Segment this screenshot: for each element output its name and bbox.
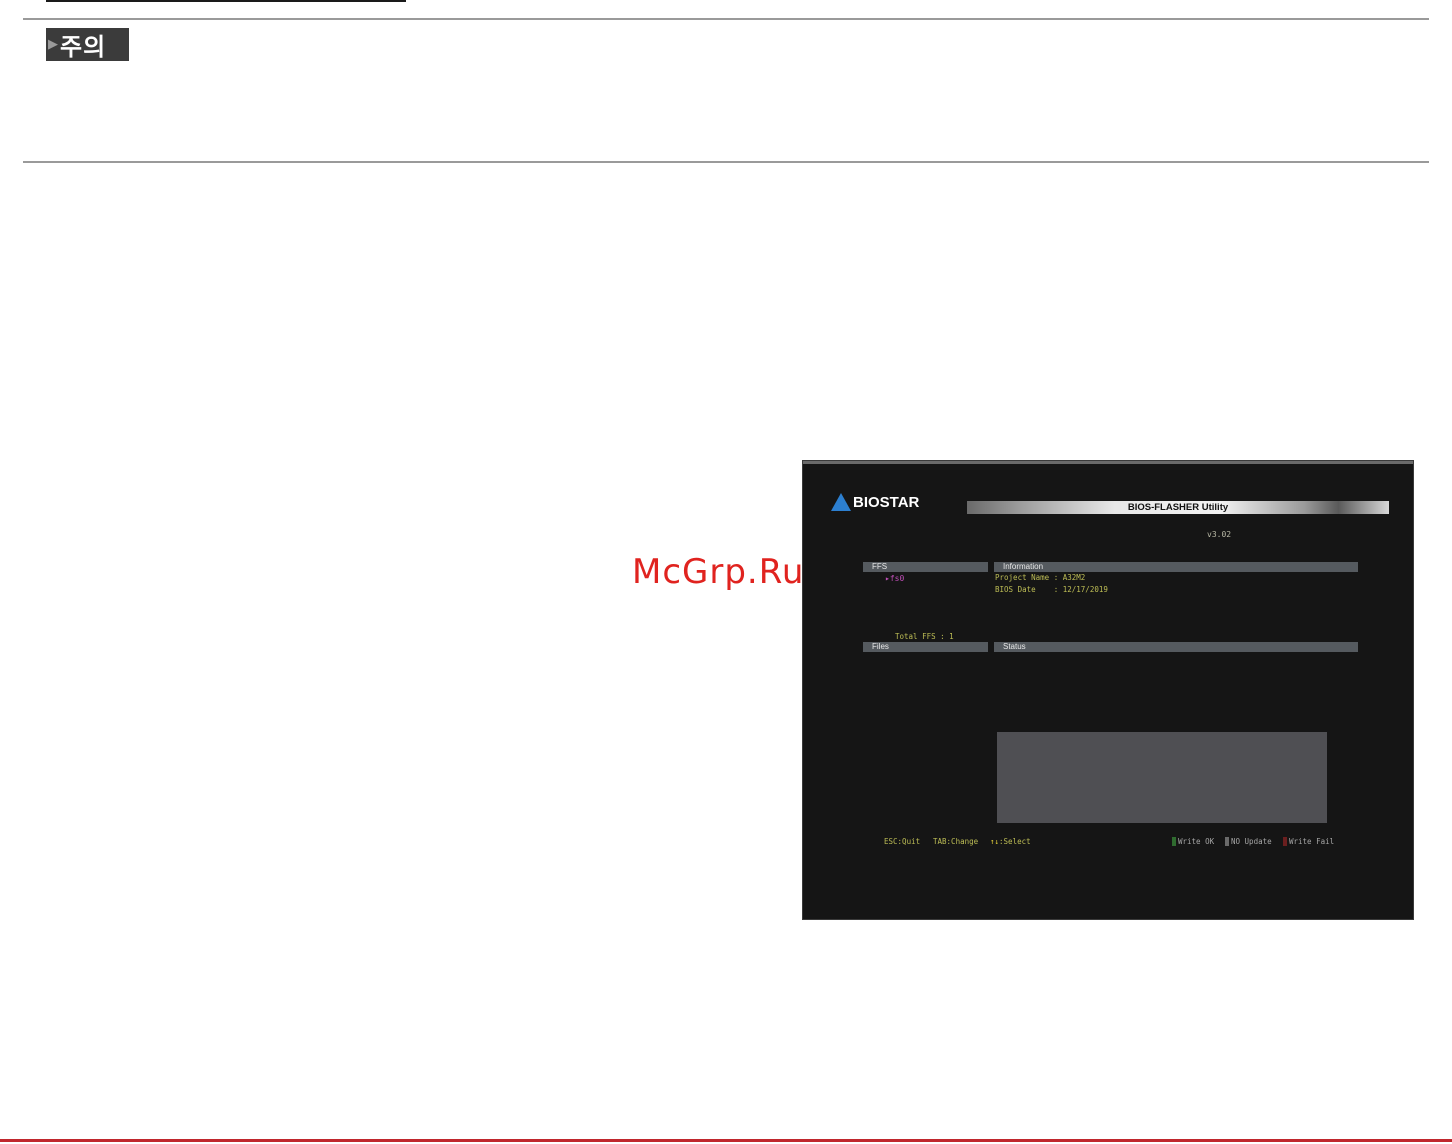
bios-date-row: BIOS Date : 12/17/2019 bbox=[995, 585, 1108, 594]
project-name-value: A32M2 bbox=[1062, 573, 1086, 582]
project-name-label: Project Name bbox=[995, 573, 1050, 582]
watermark: McGrp.Ru bbox=[632, 552, 805, 592]
status-panel bbox=[997, 732, 1327, 823]
bios-date-separator: : bbox=[1053, 585, 1059, 594]
caution-top-rule bbox=[23, 18, 1429, 20]
no-update-swatch bbox=[1225, 837, 1229, 846]
version-label: v3.02 bbox=[1207, 530, 1232, 539]
write-ok-swatch bbox=[1172, 837, 1176, 846]
write-fail-label: Write Fail bbox=[1289, 837, 1335, 846]
no-update-label: NO Update bbox=[1231, 837, 1272, 846]
footer-red-line bbox=[0, 1139, 1452, 1142]
biostar-logo: BIOSTAR bbox=[831, 493, 919, 511]
top-underline bbox=[46, 0, 406, 2]
files-header: Files bbox=[863, 642, 988, 652]
bios-flasher-screenshot: BIOSTAR BIOS-FLASHER Utility v3.02 FFS I… bbox=[802, 460, 1414, 920]
fs-item-label: fs0 bbox=[889, 574, 905, 583]
project-name-separator: : bbox=[1053, 573, 1059, 582]
status-header: Status bbox=[994, 642, 1358, 652]
biostar-logo-text: BIOSTAR bbox=[853, 493, 920, 511]
legend-no-update: NO Update bbox=[1225, 837, 1272, 846]
caution-triangle-icon: ▶ bbox=[48, 37, 58, 52]
select-hint-label: :Select bbox=[999, 837, 1031, 846]
tab-change-hint: TAB:Change bbox=[933, 837, 979, 846]
bios-date-value: 12/17/2019 bbox=[1062, 585, 1108, 594]
total-ffs: Total FFS : 1 bbox=[895, 632, 954, 641]
caution-bottom-rule bbox=[23, 161, 1429, 163]
biostar-logo-icon bbox=[831, 493, 851, 511]
ffs-header: FFS bbox=[863, 562, 988, 572]
bios-date-label: BIOS Date bbox=[995, 585, 1036, 594]
utility-title: BIOS-FLASHER Utility bbox=[1127, 502, 1229, 513]
select-hint: ↑↓:Select bbox=[990, 837, 1031, 846]
legend-write-ok: Write OK bbox=[1172, 837, 1214, 846]
esc-quit-hint: ESC:Quit bbox=[884, 837, 921, 846]
utility-title-bar: BIOS-FLASHER Utility bbox=[967, 501, 1389, 514]
legend-write-fail: Write Fail bbox=[1283, 837, 1334, 846]
fs-list-item[interactable]: ▸fs0 bbox=[885, 574, 904, 583]
up-down-arrows-icon: ↑↓ bbox=[990, 837, 1000, 846]
screen-top-strip bbox=[803, 461, 1413, 464]
write-fail-swatch bbox=[1283, 837, 1287, 846]
information-header: Information bbox=[994, 562, 1358, 572]
project-name-row: Project Name : A32M2 bbox=[995, 573, 1085, 582]
write-ok-label: Write OK bbox=[1178, 837, 1215, 846]
caution-label: 주의 bbox=[60, 33, 107, 61]
caution-label-box: ▶ 주의 bbox=[46, 28, 129, 61]
